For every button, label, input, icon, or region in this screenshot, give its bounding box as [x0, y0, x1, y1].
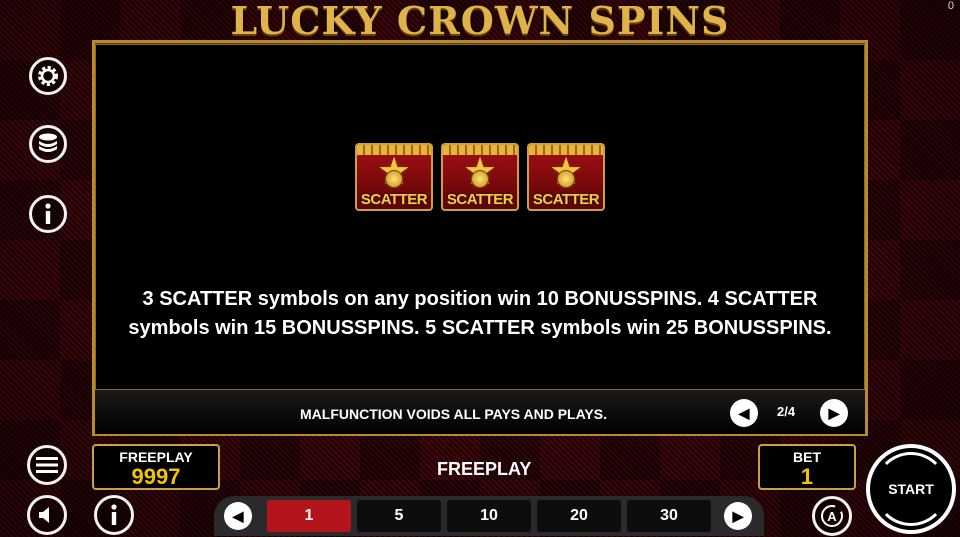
- chevron-left-icon: ◀: [232, 507, 244, 524]
- bet-increase-button[interactable]: ▶: [724, 502, 752, 530]
- coins-button[interactable]: [29, 125, 67, 163]
- settings-button[interactable]: [29, 57, 67, 95]
- info-bottom-button[interactable]: [94, 495, 134, 535]
- next-page-button[interactable]: ▶: [820, 399, 848, 427]
- scatter-symbol: ★ SCATTER: [355, 143, 433, 211]
- game-title: LUCKY CROWN SPINS: [230, 0, 730, 43]
- paytable-description: 3 SCATTER symbols on any position win 10…: [128, 288, 832, 339]
- bet-option-10[interactable]: 10: [447, 500, 531, 532]
- corner-counter: 0: [947, 0, 954, 12]
- menu-button[interactable]: [27, 445, 67, 485]
- hamburger-menu-icon: [36, 457, 58, 473]
- symbol-label: SCATTER: [360, 191, 428, 208]
- sound-button[interactable]: [27, 495, 67, 535]
- info-icon: [45, 203, 51, 224]
- info-icon: [111, 504, 117, 525]
- chevron-left-icon: ◀: [738, 404, 750, 421]
- bet-option-5[interactable]: 5: [357, 500, 441, 532]
- chevron-right-icon: ▶: [828, 404, 840, 421]
- balance-label: FREEPLAY: [119, 449, 193, 465]
- symbol-label: SCATTER: [446, 191, 514, 208]
- bet-box: BET 1: [758, 444, 856, 490]
- gear-icon: [38, 66, 58, 86]
- bet-label: BET: [793, 449, 821, 465]
- autoplay-button[interactable]: A: [812, 496, 852, 536]
- bet-decrease-button[interactable]: ◀: [224, 502, 252, 530]
- prev-page-button[interactable]: ◀: [730, 399, 758, 427]
- bet-option-1[interactable]: 1: [267, 500, 351, 532]
- balance-box: FREEPLAY 9997: [92, 444, 220, 490]
- speaker-icon: [39, 507, 49, 523]
- bet-option-30[interactable]: 30: [627, 500, 711, 532]
- info-button[interactable]: [29, 195, 67, 233]
- bet-value: 1: [800, 464, 814, 489]
- mode-label: FREEPLAY: [437, 459, 532, 479]
- coin-stack-icon: [39, 133, 57, 152]
- scatter-symbols: ★ SCATTER ★ SCATTER ★ SCATTER: [355, 143, 605, 211]
- symbol-label: SCATTER: [532, 191, 600, 208]
- disclaimer-text: MALFUNCTION VOIDS ALL PAYS AND PLAYS.: [300, 406, 607, 422]
- scatter-symbol: ★ SCATTER: [441, 143, 519, 211]
- scatter-symbol: ★ SCATTER: [527, 143, 605, 211]
- autoplay-icon: A: [821, 505, 843, 527]
- bet-option-20[interactable]: 20: [537, 500, 621, 532]
- balance-value: 9997: [131, 464, 181, 489]
- start-spin-arrows-icon: [874, 452, 948, 526]
- page-indicator: 2/4: [777, 404, 796, 419]
- svg-text:A: A: [827, 509, 837, 524]
- chevron-right-icon: ▶: [732, 507, 744, 524]
